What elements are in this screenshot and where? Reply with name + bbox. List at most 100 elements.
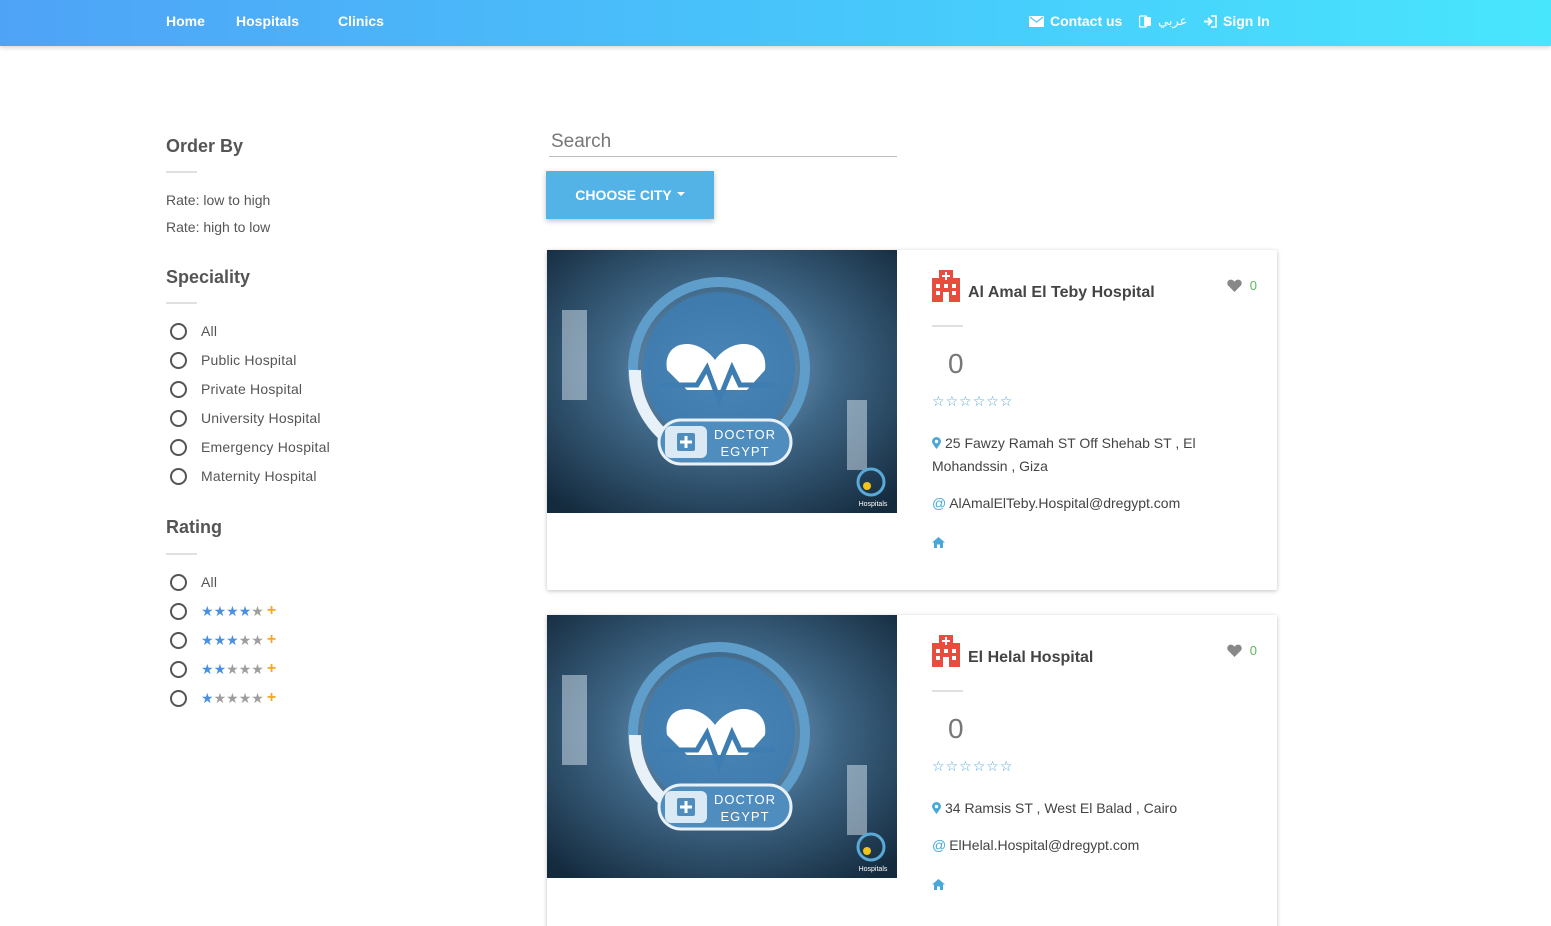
favorite-toggle[interactable]: 0	[1227, 643, 1257, 658]
star-empty-icon[interactable]: ☆	[986, 759, 999, 773]
star-empty-icon[interactable]: ☆	[932, 759, 945, 773]
search-field	[549, 128, 897, 157]
hospital-email[interactable]: @ AlAmalElTeby.Hospital@dregypt.com	[932, 495, 1180, 511]
search-input[interactable]	[549, 128, 897, 156]
rating-option-4-plus[interactable]: ★ ★ ★ ★ ★ +	[170, 601, 276, 621]
rating-value: 0	[948, 348, 964, 379]
star-empty-icon[interactable]: ☆	[932, 394, 945, 408]
star-empty-icon[interactable]: ☆	[1000, 394, 1013, 408]
nav-contact-link[interactable]: Contact us	[1029, 13, 1122, 29]
star-rating[interactable]: ☆ ☆ ☆ ☆ ☆ ☆	[932, 759, 1012, 773]
hospital-card: DOCTOR EGYPT Hospitals El Helal Hospital…	[547, 615, 1277, 926]
radio-button[interactable]	[170, 660, 187, 678]
divider	[932, 690, 963, 692]
star-rating[interactable]: ☆ ☆ ☆ ☆ ☆ ☆	[932, 394, 1012, 408]
nav-home-link[interactable]: Home	[166, 13, 205, 29]
email-text: AlAmalElTeby.Hospital@dregypt.com	[949, 495, 1181, 511]
star-empty-icon[interactable]: ☆	[959, 394, 972, 408]
hospital-building-icon	[932, 270, 960, 302]
star-grey-icon: ★	[251, 661, 264, 677]
star-grey-icon: ★	[238, 632, 252, 648]
rating-value: 0	[948, 713, 964, 744]
radio-button[interactable]	[170, 467, 187, 485]
speciality-option-all[interactable]: All	[170, 321, 217, 341]
radio-button[interactable]	[170, 438, 187, 456]
speciality-label: Private Hospital	[201, 381, 303, 397]
order-high-to-low-link[interactable]: Rate: high to low	[166, 219, 270, 235]
nav-language-link[interactable]: عربي	[1139, 13, 1187, 29]
heart-icon[interactable]	[1227, 279, 1242, 292]
speciality-option-emergency[interactable]: Emergency Hospital	[170, 437, 330, 457]
hospital-card: DOCTOR EGYPT Hospitals Al Amal El Teby H…	[547, 250, 1277, 590]
star-empty-icon[interactable]: ☆	[973, 759, 986, 773]
radio-button[interactable]	[170, 322, 187, 340]
hospital-address: 25 Fawzy Ramah ST Off Shehab ST , El Moh…	[932, 432, 1212, 478]
logo-text-hospitals: Hospitals	[859, 501, 888, 508]
rating-option-all[interactable]: All	[170, 572, 217, 592]
hospital-name[interactable]: El Helal Hospital	[968, 649, 1093, 667]
envelope-icon	[1029, 15, 1044, 27]
star-filled-icon: ★	[201, 690, 214, 706]
star-grey-icon: ★	[251, 632, 264, 648]
star-empty-icon[interactable]: ☆	[959, 759, 972, 773]
hospital-building-icon	[932, 635, 960, 667]
nav-signin-link[interactable]: Sign In	[1203, 13, 1270, 29]
heart-icon[interactable]	[1227, 644, 1242, 657]
star-empty-icon[interactable]: ☆	[946, 759, 959, 773]
at-icon: @	[932, 495, 947, 511]
plus-icon: +	[266, 689, 277, 706]
rating-stars: ★ ★ ★ ★ ★ +	[201, 689, 276, 707]
star-filled-icon: ★	[213, 661, 227, 677]
star-filled-icon: ★	[226, 603, 239, 619]
divider	[166, 171, 197, 173]
plus-icon: +	[266, 660, 277, 677]
radio-button[interactable]	[170, 689, 187, 707]
doctor-egypt-logo-image: DOCTOR EGYPT Hospitals	[547, 250, 897, 513]
hospital-email[interactable]: @ ElHelal.Hospital@dregypt.com	[932, 837, 1139, 853]
star-filled-icon: ★	[213, 632, 227, 648]
radio-button[interactable]	[170, 573, 187, 591]
speciality-option-maternity[interactable]: Maternity Hospital	[170, 466, 317, 486]
home-icon[interactable]	[932, 879, 945, 890]
radio-button[interactable]	[170, 351, 187, 369]
speciality-heading: Speciality	[166, 267, 251, 287]
plus-icon: +	[266, 631, 277, 648]
star-empty-icon[interactable]: ☆	[1000, 759, 1013, 773]
radio-button[interactable]	[170, 631, 187, 649]
nav-clinics-link[interactable]: Clinics	[338, 13, 384, 29]
choose-city-button[interactable]: CHOOSE CITY	[546, 171, 714, 219]
radio-button[interactable]	[170, 409, 187, 427]
at-icon: @	[932, 837, 947, 853]
radio-button[interactable]	[170, 602, 187, 620]
speciality-option-public[interactable]: Public Hospital	[170, 350, 297, 370]
rating-heading: Rating	[166, 517, 222, 537]
star-grey-icon: ★	[251, 690, 264, 706]
speciality-option-private[interactable]: Private Hospital	[170, 379, 302, 399]
plus-icon: +	[266, 602, 277, 619]
home-icon[interactable]	[932, 537, 945, 548]
star-empty-icon[interactable]: ☆	[946, 394, 959, 408]
star-filled-icon: ★	[201, 632, 214, 648]
star-empty-icon[interactable]: ☆	[973, 394, 986, 408]
favorite-toggle[interactable]: 0	[1227, 278, 1257, 293]
nav-hospitals-link[interactable]: Hospitals	[236, 13, 299, 29]
divider	[166, 553, 197, 555]
hospital-image[interactable]: DOCTOR EGYPT Hospitals	[547, 250, 897, 513]
order-low-to-high-link[interactable]: Rate: low to high	[166, 192, 270, 208]
star-grey-icon: ★	[226, 661, 239, 677]
star-grey-icon: ★	[251, 603, 264, 619]
star-empty-icon[interactable]: ☆	[986, 394, 999, 408]
nav-signin-label: Sign In	[1223, 13, 1270, 29]
divider	[166, 302, 197, 304]
caret-down-icon	[676, 192, 685, 196]
radio-button[interactable]	[170, 380, 187, 398]
speciality-option-university[interactable]: University Hospital	[170, 408, 321, 428]
rating-option-2-plus[interactable]: ★ ★ ★ ★ ★ +	[170, 659, 276, 679]
logo-text-doctor: DOCTOR	[714, 792, 776, 807]
hospital-image[interactable]: DOCTOR EGYPT Hospitals	[547, 615, 897, 878]
rating-option-3-plus[interactable]: ★ ★ ★ ★ ★ +	[170, 630, 276, 650]
favorite-count: 0	[1249, 278, 1257, 293]
rating-option-1-plus[interactable]: ★ ★ ★ ★ ★ +	[170, 688, 276, 708]
address-text: 25 Fawzy Ramah ST Off Shehab ST , El Moh…	[932, 435, 1196, 474]
hospital-name[interactable]: Al Amal El Teby Hospital	[968, 284, 1155, 302]
